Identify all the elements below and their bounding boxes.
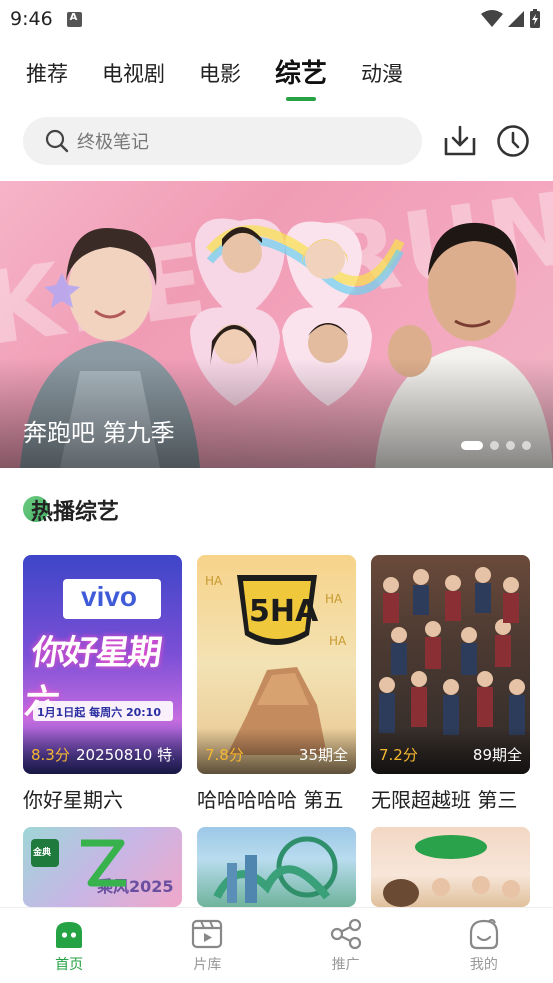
pagination-dot[interactable] bbox=[522, 441, 531, 450]
tab-recommend[interactable]: 推荐 bbox=[26, 52, 68, 102]
battery-icon bbox=[530, 9, 540, 28]
svg-text:HA: HA bbox=[205, 574, 223, 588]
poster-brand: 金典 bbox=[33, 848, 52, 858]
poster-brand: vivo bbox=[81, 581, 138, 612]
show-poster bbox=[371, 827, 530, 907]
search-row: 终极笔记 bbox=[23, 117, 533, 165]
show-title: 哈哈哈哈哈 第五 bbox=[197, 788, 344, 812]
section-title: 热播综艺 bbox=[31, 500, 120, 525]
section-header: 热播综艺 bbox=[23, 494, 119, 526]
nav-promote[interactable]: 推广 bbox=[277, 908, 415, 983]
poster-art bbox=[383, 835, 520, 907]
tab-movies[interactable]: 电影 bbox=[199, 52, 241, 102]
wifi-icon bbox=[481, 10, 503, 27]
clock-icon bbox=[497, 125, 529, 157]
show-card[interactable]: 5HA HA HA HA 7.8分 35期全 哈哈哈哈哈 第五 bbox=[197, 555, 356, 813]
search-input[interactable]: 终极笔记 bbox=[23, 117, 422, 165]
score-label: 7.8分 bbox=[205, 746, 244, 764]
nav-label: 片库 bbox=[193, 957, 222, 973]
category-tabs: 推荐 电视剧 电影 综艺 动漫 bbox=[0, 52, 553, 102]
status-time: 9:46 bbox=[10, 8, 53, 30]
tab-variety[interactable]: 综艺 bbox=[275, 52, 327, 102]
signal-icon bbox=[508, 11, 524, 27]
svg-text:HA: HA bbox=[325, 592, 343, 606]
score-label: 8.3分 bbox=[31, 746, 70, 764]
show-poster bbox=[197, 827, 356, 907]
pagination-dot[interactable] bbox=[490, 441, 499, 450]
profile-icon bbox=[469, 918, 498, 950]
pagination-dot[interactable] bbox=[506, 441, 515, 450]
nav-library[interactable]: 片库 bbox=[138, 908, 276, 983]
tab-anime[interactable]: 动漫 bbox=[361, 52, 403, 102]
nav-home[interactable]: 首页 bbox=[0, 908, 138, 983]
show-title: 你好星期六 bbox=[23, 788, 123, 812]
download-button[interactable] bbox=[441, 122, 479, 160]
nav-profile[interactable]: 我的 bbox=[415, 908, 553, 983]
poster-art bbox=[213, 836, 338, 903]
download-icon bbox=[444, 125, 476, 156]
episode-label: 35期全 bbox=[298, 746, 348, 764]
episode-label: 89期全 bbox=[472, 746, 522, 764]
share-icon bbox=[330, 918, 361, 950]
show-title: 无限超越班 第三 bbox=[371, 788, 518, 812]
nav-label: 推广 bbox=[331, 957, 360, 973]
episode-label: 20250810 特... bbox=[76, 746, 174, 764]
show-card[interactable]: 金典 乘风2025 bbox=[23, 827, 182, 907]
poster-art bbox=[81, 839, 126, 887]
notification-icon bbox=[66, 11, 82, 27]
show-card[interactable] bbox=[197, 827, 356, 907]
poster-date: 1月1日起 每周六 20:10 bbox=[37, 706, 161, 719]
nav-label: 首页 bbox=[55, 957, 84, 973]
search-placeholder: 终极笔记 bbox=[77, 132, 149, 153]
home-icon bbox=[56, 922, 83, 948]
nav-label: 我的 bbox=[469, 957, 498, 973]
show-poster: 5HA HA HA HA 7.8分 35期全 bbox=[197, 555, 356, 774]
tab-tv-series[interactable]: 电视剧 bbox=[102, 52, 165, 102]
show-poster: 7.2分 89期全 bbox=[371, 555, 530, 774]
svg-text:5HA: 5HA bbox=[249, 594, 319, 629]
show-card[interactable]: 7.2分 89期全 无限超越班 第三 bbox=[371, 555, 530, 813]
show-card[interactable]: vivo 你好星期六 1月1日起 每周六 20:10 8.3分 20250810… bbox=[23, 555, 182, 813]
library-icon bbox=[192, 919, 223, 949]
show-card[interactable] bbox=[371, 827, 530, 907]
show-poster: vivo 你好星期六 1月1日起 每周六 20:10 8.3分 20250810… bbox=[23, 555, 182, 774]
banner-pagination bbox=[461, 441, 531, 450]
svg-text:HA: HA bbox=[329, 634, 347, 648]
show-poster: 金典 乘风2025 bbox=[23, 827, 182, 907]
pagination-dot[interactable] bbox=[461, 441, 483, 450]
history-button[interactable] bbox=[494, 122, 532, 160]
status-bar: 9:46 bbox=[0, 0, 553, 38]
score-label: 7.2分 bbox=[379, 746, 418, 764]
featured-banner[interactable]: KEEP RUNNING 奔跑吧 第九季 bbox=[0, 181, 553, 468]
bottom-nav: 首页 片库 推广 我的 bbox=[0, 907, 553, 983]
search-icon bbox=[45, 129, 69, 153]
banner-title: 奔跑吧 第九季 bbox=[23, 419, 175, 447]
